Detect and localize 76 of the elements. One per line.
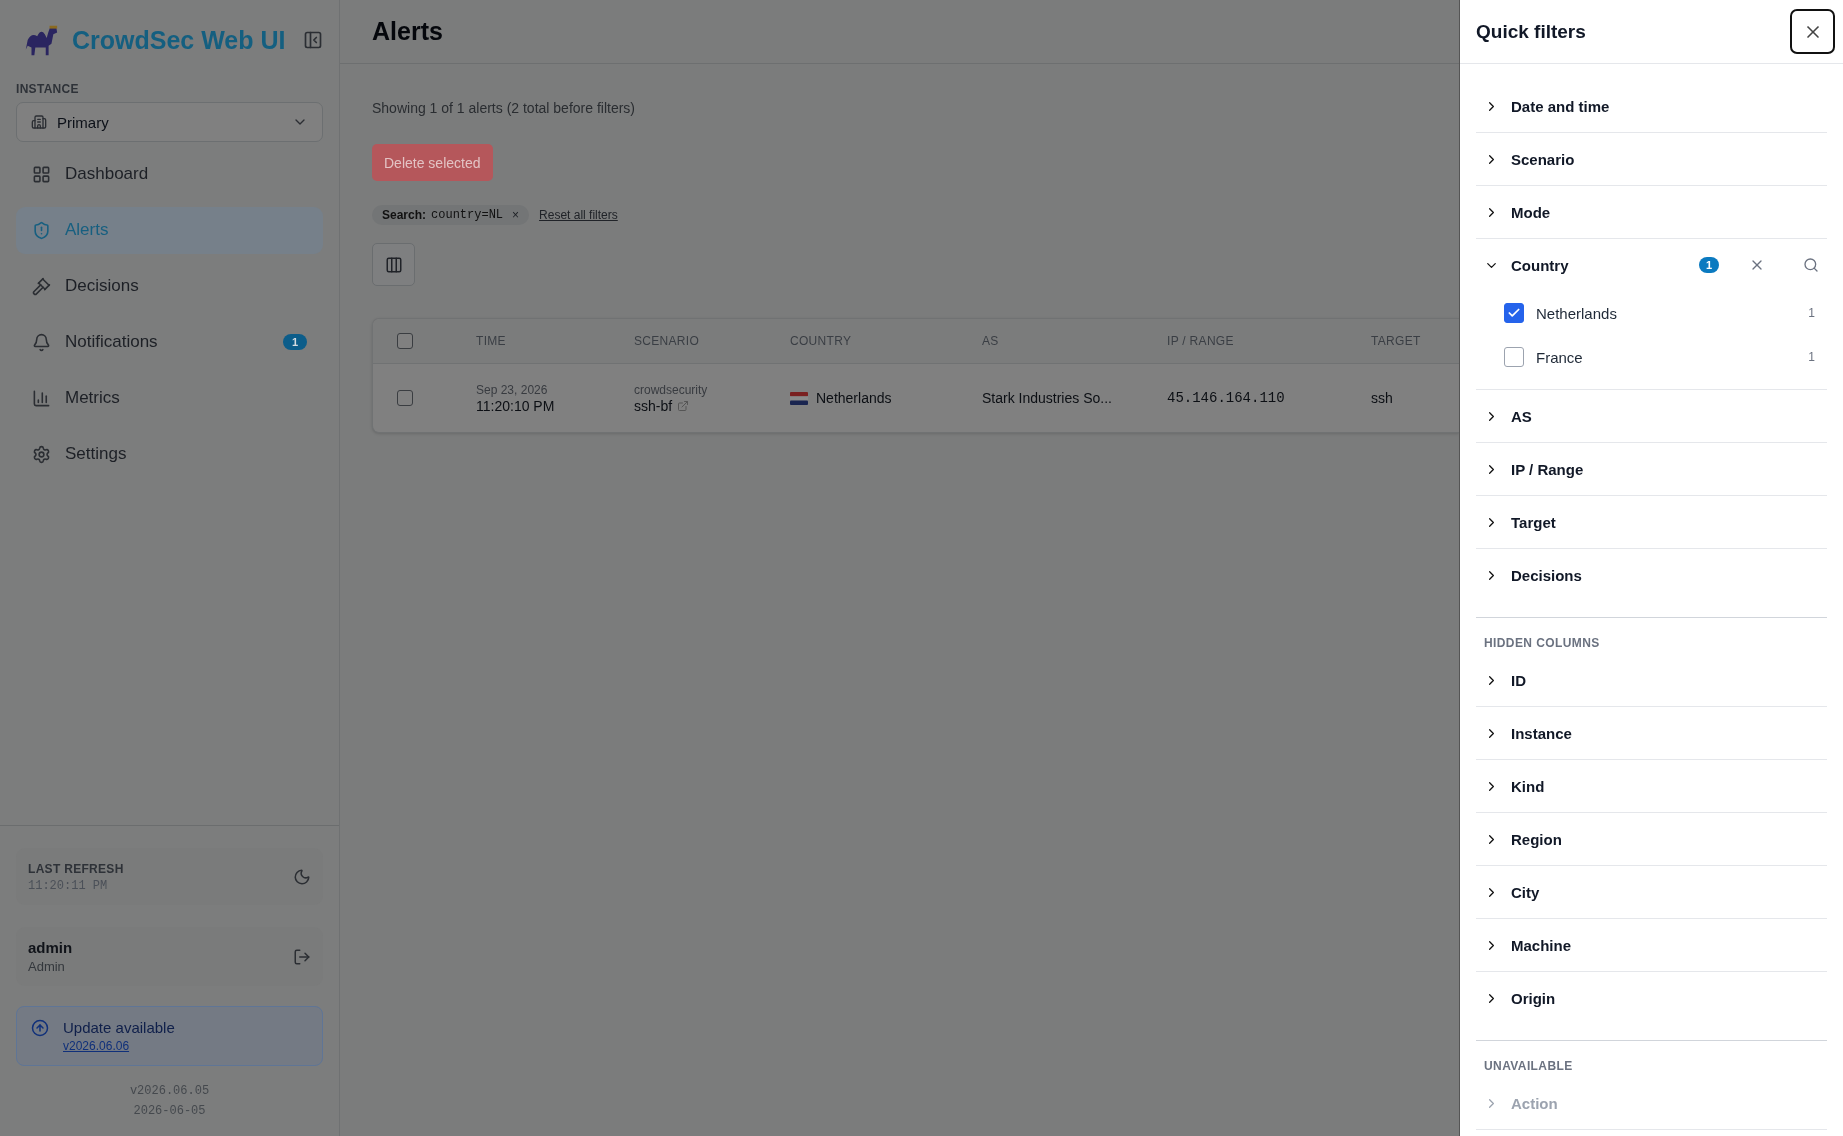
columns-icon xyxy=(384,255,403,274)
column-header: SCENARIO xyxy=(634,334,701,348)
section-heading: HIDDEN COLUMNS xyxy=(1483,635,1601,652)
nav-item[interactable]: Decisions xyxy=(16,262,323,310)
flag-icon xyxy=(790,391,808,405)
scenario-source: crowdsecurity xyxy=(634,382,709,397)
instance-label: INSTANCE xyxy=(16,82,80,96)
count-badge: 1 xyxy=(1698,257,1719,273)
app-title: CrowdSec Web UI xyxy=(72,25,287,55)
bell-icon xyxy=(32,332,51,352)
ip-cell-text: 45.146.164.110 xyxy=(1167,390,1286,406)
select-all-checkbox[interactable] xyxy=(397,333,413,349)
option-label: Netherlands xyxy=(1536,304,1618,322)
filter-accordion[interactable]: Country 1 xyxy=(1476,239,1827,291)
filter-accordion[interactable]: City xyxy=(1476,866,1827,918)
column-header: AS xyxy=(982,334,1000,348)
filter-accordion[interactable]: IP / Range xyxy=(1476,443,1827,495)
moon-icon[interactable] xyxy=(293,867,311,886)
shield-icon xyxy=(32,220,51,240)
nav-item[interactable]: Settings xyxy=(16,430,323,478)
sidebar-collapse-icon[interactable] xyxy=(303,30,323,50)
column-header: TARGET xyxy=(1371,334,1422,348)
results-summary: Showing 1 of 1 alerts (2 total before filters) xyxy=(372,100,636,116)
external-link-icon[interactable] xyxy=(677,399,690,412)
filter-accordion[interactable]: ID xyxy=(1476,654,1827,706)
filter-accordion[interactable]: Target xyxy=(1476,496,1827,548)
alert-time: 11:20:10 PM xyxy=(476,397,556,414)
option-count: 1 xyxy=(1808,350,1815,364)
refresh-label: LAST REFRESH xyxy=(28,862,125,876)
country-cell: Netherlands xyxy=(816,390,892,406)
filter-accordion[interactable]: Machine xyxy=(1476,919,1827,971)
row-checkbox[interactable] xyxy=(397,390,413,406)
update-title: Update available xyxy=(63,1019,176,1036)
filter-chip[interactable]: Search: country=NL × xyxy=(372,205,530,225)
grid-icon xyxy=(32,164,51,184)
nav-item[interactable]: Notifications 1 xyxy=(16,318,323,366)
target-cell-text: ssh xyxy=(1371,390,1394,406)
instance-select[interactable]: Primary xyxy=(16,102,323,142)
filter-accordion[interactable]: Date and time xyxy=(1476,80,1827,132)
column-header: TIME xyxy=(476,334,507,348)
option-checkbox[interactable] xyxy=(1504,347,1524,367)
nav-item[interactable]: Metrics xyxy=(16,374,323,422)
filter-accordion[interactable]: Decisions xyxy=(1476,549,1827,601)
page-title: Alerts xyxy=(372,17,443,46)
column-header: COUNTRY xyxy=(790,334,853,348)
user-name: admin xyxy=(28,939,74,956)
column-header: IP / RANGE xyxy=(1167,334,1235,348)
arrow-up-circle-icon xyxy=(31,1019,49,1037)
close-button[interactable] xyxy=(1790,9,1835,54)
filter-accordion[interactable]: AS xyxy=(1476,390,1827,442)
as-cell-text: Stark Industries So... xyxy=(982,390,1113,406)
filter-accordion[interactable]: Mode xyxy=(1476,186,1827,238)
filter-accordion[interactable]: Kind xyxy=(1476,760,1827,812)
filter-accordion[interactable]: Origin xyxy=(1476,972,1827,1024)
user-role: Admin xyxy=(28,959,66,974)
check-icon xyxy=(1507,306,1521,320)
bar-chart-icon xyxy=(32,388,51,408)
filter-accordion[interactable]: Scenario xyxy=(1476,133,1827,185)
option-label: France xyxy=(1536,348,1584,366)
settings-icon xyxy=(32,444,51,464)
gavel-icon xyxy=(32,276,51,296)
alert-date: Sep 23, 2026 xyxy=(476,382,549,397)
nav-item[interactable]: Dashboard xyxy=(16,150,323,198)
option-count: 1 xyxy=(1808,306,1815,320)
scenario-link[interactable]: ssh-bf xyxy=(634,397,673,414)
drawer-title: Quick filters xyxy=(1476,20,1586,43)
logout-icon[interactable] xyxy=(293,947,311,966)
filter-accordion[interactable]: Region xyxy=(1476,813,1827,865)
columns-button[interactable] xyxy=(372,243,415,286)
section-heading: UNAVAILABLE xyxy=(1483,1058,1574,1075)
count-badge: 1 xyxy=(282,334,307,350)
reset-filters-link[interactable]: Reset all filters xyxy=(539,208,618,222)
building-icon xyxy=(31,114,47,130)
search-icon[interactable] xyxy=(1803,257,1819,273)
option-checkbox[interactable] xyxy=(1504,303,1524,323)
filter-accordion[interactable]: Instance xyxy=(1476,707,1827,759)
